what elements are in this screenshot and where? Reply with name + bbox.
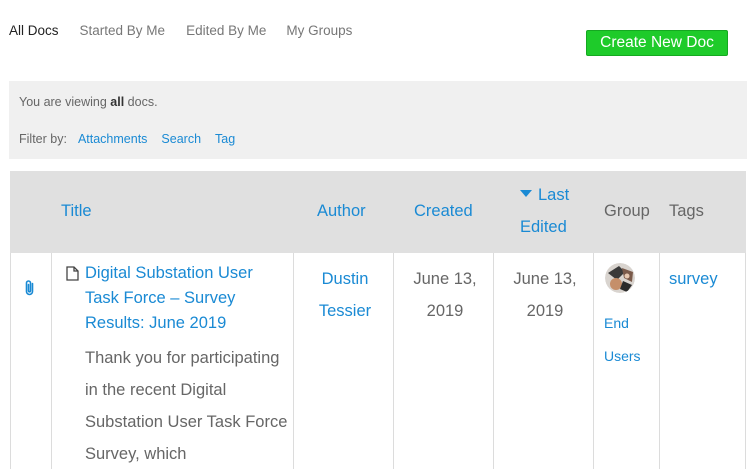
table-row: Digital Substation User Task Force – Sur…: [10, 253, 746, 469]
tab-edited-by-me[interactable]: Edited By Me: [186, 23, 266, 38]
author-link[interactable]: Dustin Tessier: [295, 263, 395, 327]
document-icon: [66, 266, 79, 286]
column-header-group: Group: [604, 202, 650, 220]
column-divider: [293, 253, 294, 469]
doc-filter-tabs: All Docs Started By Me Edited By Me My G…: [9, 23, 372, 38]
viewing-prefix: You are viewing: [19, 95, 107, 109]
column-header-created[interactable]: Created: [414, 202, 473, 221]
author-first-name: Dustin: [321, 270, 369, 288]
info-bar: You are viewing all docs. Filter by: Att…: [9, 81, 747, 159]
tab-all-docs[interactable]: All Docs: [9, 23, 59, 38]
doc-description: Thank you for participating in the recen…: [85, 349, 288, 463]
sort-desc-triangle-icon: [520, 190, 532, 197]
create-new-doc-button[interactable]: Create New Doc: [586, 30, 728, 56]
group-avatar[interactable]: [605, 263, 635, 293]
column-header-last-edited-line2[interactable]: Edited: [520, 218, 567, 237]
group-name-line2: Users: [604, 348, 641, 364]
column-divider: [10, 253, 11, 469]
last-edited-date-line2: 2019: [526, 302, 564, 320]
table-header: Title Author Created Last Edited Group T…: [10, 171, 746, 253]
paperclip-icon[interactable]: [23, 279, 37, 302]
filter-label: Filter by:: [19, 132, 67, 146]
filter-search-link[interactable]: Search: [161, 132, 201, 146]
last-edited-date: June 13, 2019: [495, 263, 595, 327]
author-last-name: Tessier: [318, 302, 372, 320]
created-date-line1: June 13,: [413, 270, 477, 288]
tab-started-by-me[interactable]: Started By Me: [80, 23, 166, 38]
docs-table: Title Author Created Last Edited Group T…: [10, 171, 746, 469]
viewing-suffix: docs.: [127, 95, 158, 109]
column-header-last-edited-line1: Last: [538, 186, 570, 204]
column-divider: [51, 253, 52, 469]
group-name-line1: End: [604, 315, 629, 331]
column-header-last-edited[interactable]: Last: [520, 186, 569, 205]
created-date-line2: 2019: [426, 302, 464, 320]
last-edited-date-line1: June 13,: [513, 270, 577, 288]
column-header-tags: Tags: [669, 202, 704, 220]
viewing-scope: all: [110, 95, 125, 109]
created-date: June 13, 2019: [395, 263, 495, 327]
group-link[interactable]: End Users: [604, 307, 664, 373]
viewing-text: You are viewing all docs.: [19, 95, 158, 109]
doc-title-link[interactable]: Digital Substation User Task Force – Sur…: [85, 261, 290, 336]
column-header-title[interactable]: Title: [61, 202, 92, 221]
column-divider: [745, 253, 746, 469]
tag-link[interactable]: survey: [669, 263, 718, 295]
filter-attachments-link[interactable]: Attachments: [78, 132, 147, 146]
tab-my-groups[interactable]: My Groups: [286, 23, 352, 38]
filter-tag-link[interactable]: Tag: [215, 132, 235, 146]
column-header-author[interactable]: Author: [317, 202, 366, 221]
filter-row: Filter by: Attachments Search Tag: [19, 132, 249, 146]
